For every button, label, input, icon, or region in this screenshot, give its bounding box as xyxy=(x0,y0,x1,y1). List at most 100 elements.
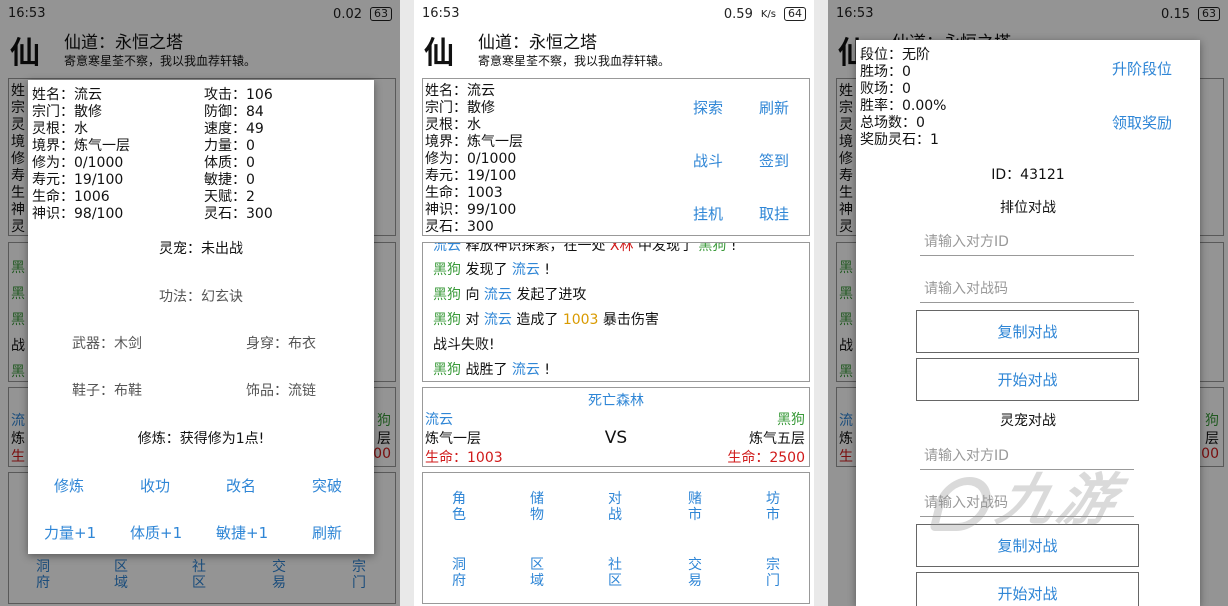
log-part: 流云 xyxy=(511,262,540,278)
log-line: 黑狗 向 流云 发起了进攻 xyxy=(433,284,586,304)
stop-practice-button[interactable]: 收功 xyxy=(140,475,170,496)
log-part: 发现了 xyxy=(461,262,512,278)
app-header: 仙 仙道：永恒之塔 寄意寒星荃不察，我以我血荐轩辕。 xyxy=(414,26,814,74)
practice-message: 修炼：获得修为1点! xyxy=(137,431,265,447)
checkin-button[interactable]: 签到 xyxy=(759,150,789,171)
constitution-plus-button[interactable]: 体质+1 xyxy=(130,522,182,543)
ranked-title: 排位对战 xyxy=(1000,200,1056,216)
start-battle-button[interactable]: 开始对战 xyxy=(916,358,1139,401)
stat-cultivation: 修为：0/1000 xyxy=(425,151,517,167)
stats-box: 姓名：流云 宗门：散修 灵根：水 境界：炼气一层 修为：0/1000 寿元：19… xyxy=(422,78,810,236)
battle-location: 死亡森林 xyxy=(588,393,644,409)
stat-name: 姓名：流云 xyxy=(425,83,495,99)
nav-region[interactable]: 区 域 xyxy=(517,557,557,589)
pet-battle-title: 灵宠对战 xyxy=(1000,413,1056,429)
battery-icon: 64 xyxy=(784,7,806,21)
log-part: 黑狗 xyxy=(433,362,461,378)
nav-market[interactable]: 坊 市 xyxy=(753,491,793,523)
fight-button[interactable]: 战斗 xyxy=(693,150,723,171)
pvp-reward-stones: 奖励灵石：1 xyxy=(860,132,939,148)
watermark-text: 九游 xyxy=(990,468,1127,533)
char-weapon: 武器：木剑 xyxy=(72,336,142,352)
log-line-partial: 流云 释放神识探索，在一处 X林 中发现了 黑狗 ! xyxy=(433,242,737,255)
rename-button[interactable]: 改名 xyxy=(226,475,256,496)
log-part: 黑狗 xyxy=(433,262,461,278)
stat-root: 灵根：水 xyxy=(425,117,481,133)
log-part: 对 xyxy=(461,312,484,328)
cancel-idle-button[interactable]: 取挂 xyxy=(759,203,789,224)
log-part: 暴击伤害 xyxy=(598,312,659,328)
log-part: 黑狗 xyxy=(433,287,461,303)
player-hp: 生命：1003 xyxy=(425,450,503,466)
log-part: 流云 xyxy=(433,242,461,254)
watermark-logo: 九游 xyxy=(928,455,1130,536)
refresh-button[interactable]: 刷新 xyxy=(312,522,342,543)
char-armor: 身穿：布衣 xyxy=(246,336,316,352)
char-accessory: 饰品：流链 xyxy=(246,383,316,399)
claim-reward-button[interactable]: 领取奖励 xyxy=(1112,112,1172,133)
log-part: 流云 xyxy=(483,287,512,303)
log-part: 战斗失败! xyxy=(433,337,495,353)
battle-panel: 死亡森林 流云 黑狗 炼气一层 VS 炼气五层 生命：1003 生命：2500 xyxy=(422,387,810,467)
status-time: 16:53 xyxy=(422,6,460,21)
agility-plus-button[interactable]: 敏捷+1 xyxy=(216,522,268,543)
network-speed: 0.59 xyxy=(723,6,753,22)
nav-trade[interactable]: 交 易 xyxy=(675,557,715,589)
screen-pvp: 16:53 0.1563 仙 仙道：永恒之塔 姓 宗 灵 境 修 寿 生 神 灵… xyxy=(828,0,1228,606)
main-nav: 角 色 储 物 对 战 赌 市 坊 市 洞 府 区 域 社 区 交 易 宗 门 xyxy=(422,472,810,604)
log-part: 黑狗 xyxy=(433,312,461,328)
nav-gamble[interactable]: 赌 市 xyxy=(675,491,715,523)
breakthrough-button[interactable]: 突破 xyxy=(312,475,342,496)
upgrade-rank-button[interactable]: 升阶段位 xyxy=(1112,58,1172,79)
log-part: 1003 xyxy=(562,312,599,328)
copy-battle-button[interactable]: 复制对战 xyxy=(916,310,1139,353)
char-stones: 灵石：300 xyxy=(204,206,273,222)
nav-sect[interactable]: 宗 门 xyxy=(753,557,793,589)
screen-main: 16:53 0.59 K/s 64 仙 仙道：永恒之塔 寄意寒星荃不察，我以我血荐轩… xyxy=(414,0,814,606)
player-name: 流云 xyxy=(425,412,453,428)
char-shoes: 鞋子：布鞋 xyxy=(72,383,142,399)
battle-code-input[interactable] xyxy=(920,275,1134,303)
log-part: 黑狗 xyxy=(698,242,727,254)
char-pet: 灵宠：未出战 xyxy=(159,241,243,257)
character-dialog: 姓名：流云 攻击：106 宗门：散修 防御：84 灵根：水 速度：49 境界：炼… xyxy=(28,80,374,554)
explore-button[interactable]: 探索 xyxy=(693,97,723,118)
stat-stones: 灵石：300 xyxy=(425,219,494,235)
log-part: X林 xyxy=(609,242,634,254)
char-spirit: 神识：98/100 xyxy=(32,206,124,222)
log-line: 战斗失败! xyxy=(433,334,495,354)
log-line: 黑狗 发现了 流云 ! xyxy=(433,259,550,279)
pet-start-battle-button[interactable]: 开始对战 xyxy=(916,572,1139,606)
opponent-id-input[interactable] xyxy=(920,228,1134,256)
practice-button[interactable]: 修炼 xyxy=(54,475,84,496)
log-part: ! xyxy=(539,262,550,278)
idle-button[interactable]: 挂机 xyxy=(693,203,723,224)
log-part: 向 xyxy=(461,287,484,303)
strength-plus-button[interactable]: 力量+1 xyxy=(44,522,96,543)
stat-realm: 境界：炼气一层 xyxy=(425,134,523,150)
enemy-hp: 生命：2500 xyxy=(727,450,805,466)
app-title: 仙道：永恒之塔 xyxy=(478,33,597,53)
log-part: 发起了进攻 xyxy=(511,287,587,303)
nav-cave[interactable]: 洞 府 xyxy=(439,557,479,589)
log-part: 战胜了 xyxy=(461,362,512,378)
nav-storage[interactable]: 储 物 xyxy=(517,491,557,523)
nav-pvp[interactable]: 对 战 xyxy=(595,491,635,523)
network-unit: K/s xyxy=(760,8,776,20)
log-part: ! xyxy=(539,362,550,378)
log-part: ! xyxy=(726,242,737,254)
battle-log: 流云 释放神识探索，在一处 X林 中发现了 黑狗 ! 黑狗 发现了 流云 ! 黑狗… xyxy=(422,242,810,382)
log-part: 流云 xyxy=(511,362,540,378)
app-subtitle: 寄意寒星荃不察，我以我血荐轩辕。 xyxy=(478,54,671,68)
log-part: 流云 xyxy=(483,312,512,328)
app-logo: 仙 xyxy=(424,36,454,71)
nav-character[interactable]: 角 色 xyxy=(439,491,479,523)
log-part: 中发现了 xyxy=(633,242,699,254)
stat-lifespan: 寿元：19/100 xyxy=(425,168,517,184)
enemy-name: 黑狗 xyxy=(777,412,805,428)
refresh-button[interactable]: 刷新 xyxy=(759,97,789,118)
player-id: ID：43121 xyxy=(991,167,1065,183)
nav-community[interactable]: 社 区 xyxy=(595,557,635,589)
screen-character: 16:53 0.02 63 仙 仙道：永恒之塔 寄意寒星荃不察，我以我血荐轩辕。 … xyxy=(0,0,400,606)
stat-sect: 宗门：散修 xyxy=(425,100,495,116)
